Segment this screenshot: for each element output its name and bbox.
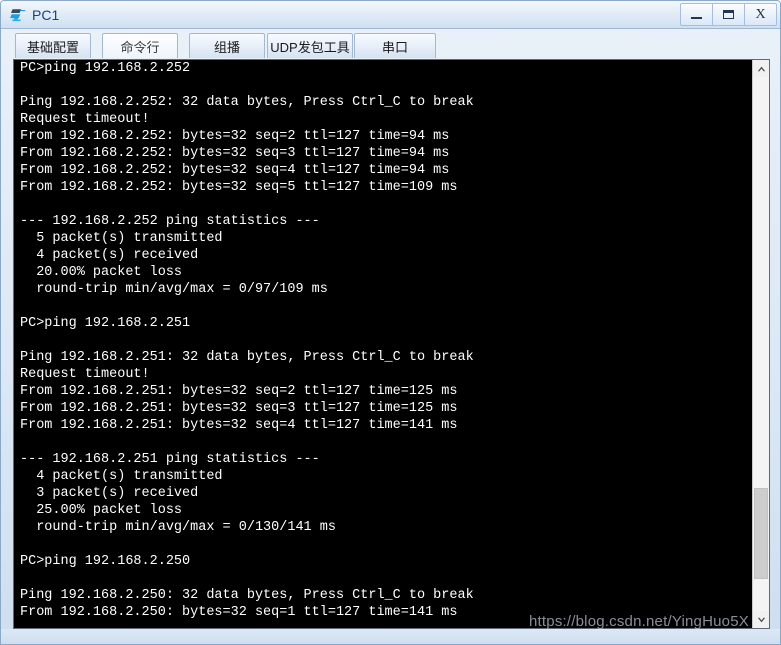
scroll-down-icon[interactable] xyxy=(753,611,769,628)
window-title: PC1 xyxy=(32,7,60,23)
close-icon: X xyxy=(755,6,766,22)
tab-basic-config[interactable]: 基础配置 xyxy=(15,33,91,58)
tab-udp-tool[interactable]: UDP发包工具 xyxy=(267,33,353,58)
maximize-icon xyxy=(723,10,734,19)
window-bottom-edge xyxy=(1,629,780,644)
tab-bar: 基础配置 命令行 组播 UDP发包工具 串口 xyxy=(1,30,780,58)
pc1-window: PC1 X 基础配置 命令行 组播 UDP发包工具 串口 PC>ping 192… xyxy=(0,0,781,645)
scroll-up-icon[interactable] xyxy=(753,60,769,77)
console-scrollbar[interactable] xyxy=(752,60,769,628)
tab-label: 命令行 xyxy=(120,39,160,55)
title-bar-left: PC1 xyxy=(9,4,59,26)
tab-command-line[interactable]: 命令行 xyxy=(102,33,178,58)
minimize-button[interactable] xyxy=(680,3,713,26)
scrollbar-track[interactable] xyxy=(753,77,769,611)
tab-label: 串口 xyxy=(381,39,408,55)
tab-serial-port[interactable]: 串口 xyxy=(354,33,436,58)
title-bar: PC1 X xyxy=(1,1,780,29)
tab-label: UDP发包工具 xyxy=(270,39,350,55)
tab-multicast[interactable]: 组播 xyxy=(189,33,265,58)
console-output: PC>ping 192.168.2.252 Ping 192.168.2.252… xyxy=(20,61,474,620)
scrollbar-thumb[interactable] xyxy=(754,488,768,579)
tab-label: 组播 xyxy=(213,39,240,55)
tab-label: 基础配置 xyxy=(26,39,79,55)
pc-computer-icon xyxy=(9,6,27,24)
window-controls: X xyxy=(680,3,777,26)
maximize-button[interactable] xyxy=(712,3,745,26)
close-button[interactable]: X xyxy=(744,3,777,26)
minimize-icon xyxy=(691,17,702,19)
command-line-console[interactable]: PC>ping 192.168.2.252 Ping 192.168.2.252… xyxy=(13,59,770,629)
